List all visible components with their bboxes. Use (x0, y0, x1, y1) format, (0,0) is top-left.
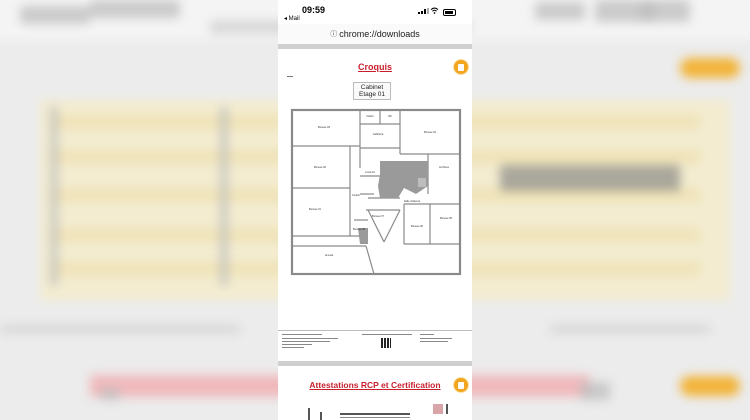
label-wc: Wc (388, 114, 392, 118)
label-local: Local 01 (365, 170, 375, 174)
label-bureau06: Bureau 06 (411, 224, 424, 228)
wall (365, 245, 375, 275)
label-bureau05: Bureau 05 (440, 216, 453, 220)
wall (383, 209, 401, 243)
label-bureau01: Bureau 01 (309, 207, 322, 211)
document-badge-icon-2[interactable] (453, 377, 469, 393)
label-archives: Archives (439, 165, 450, 169)
address-bar[interactable]: ⓘ chrome://downloads (278, 24, 472, 44)
label-salle: Salle d'attente (404, 199, 421, 203)
cabinet-label-line2: Etage 01 (358, 91, 386, 98)
back-to-mail-link[interactable]: ◂ Mail (284, 15, 300, 22)
document-badge-icon[interactable] (453, 59, 469, 75)
label-couloir: Couloir (352, 193, 360, 197)
phone-screen: 09:59 ◂ Mail ⓘ chrome://downloads Croqui… (278, 0, 472, 420)
signal-icon (418, 8, 429, 14)
tiny-mark (287, 76, 293, 77)
cabinet-label-line1: Cabinet (360, 84, 384, 91)
gray-fill-small (418, 178, 426, 187)
document-footer (278, 330, 472, 362)
cabinet-label: Cabinet Etage 01 (353, 82, 391, 100)
label-bureau04: Bureau 04 (424, 130, 437, 134)
label-cellier: Cellier (366, 114, 373, 118)
battery-icon (443, 9, 456, 16)
url-text: chrome://downloads (339, 29, 420, 39)
document-page-attestations: Attestations RCP et Certification (278, 366, 472, 420)
document-page-croquis: Croquis Cabinet Etage 01 Bureau 03 Celli… (278, 50, 472, 330)
attestations-title: Attestations RCP et Certification (309, 380, 441, 390)
status-bar: 09:59 ◂ Mail (278, 0, 472, 24)
label-bureau08: Bureau 08 (353, 227, 366, 231)
wifi-icon (430, 7, 439, 14)
croquis-title: Croquis (357, 62, 392, 72)
label-bureau03: Bureau 03 (318, 125, 331, 129)
qr-code (381, 338, 391, 348)
info-icon: ⓘ (330, 31, 338, 38)
label-cafeteria: Cafétéria (373, 132, 384, 136)
clock: 09:59 (302, 5, 326, 15)
floor-plan: Bureau 03 Cellier Wc Cafétéria Bureau 04… (290, 108, 462, 276)
label-accueil: Accueil (325, 253, 334, 257)
label-bureau02: Bureau 02 (314, 165, 327, 169)
label-bureau07: Bureau 07 (372, 214, 385, 218)
page-divider (278, 44, 472, 49)
